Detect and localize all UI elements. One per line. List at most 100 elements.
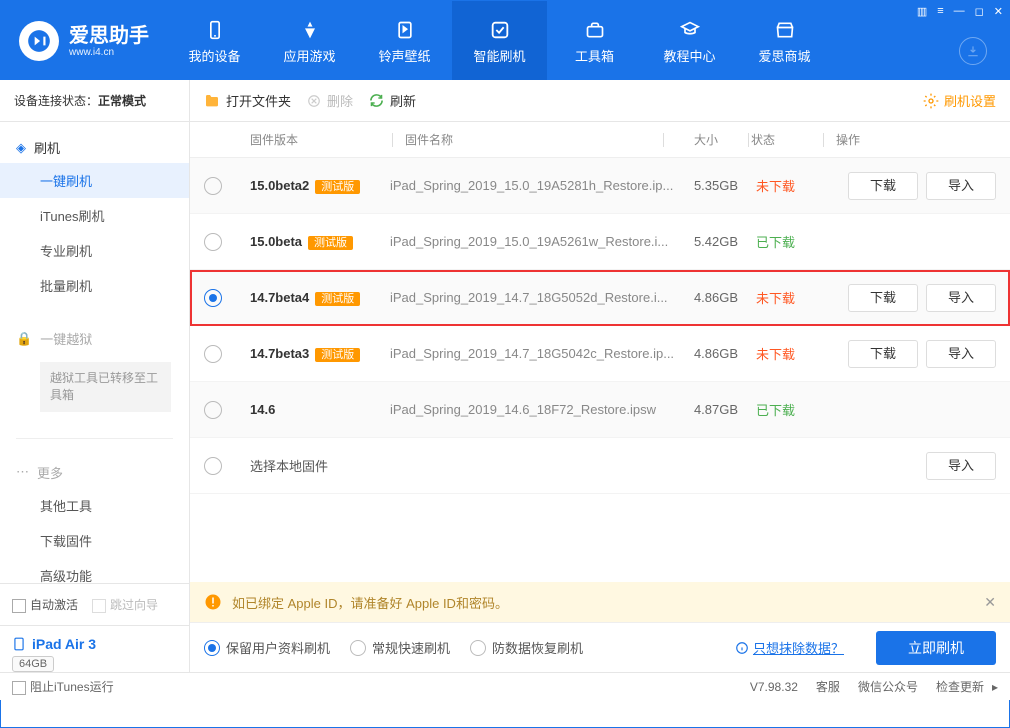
flash-section-icon: ◈ (16, 140, 26, 156)
gear-icon (923, 93, 939, 109)
jailbreak-section: 🔒 一键越狱 越狱工具已转移至工具箱 (0, 313, 189, 430)
radio-keep[interactable] (204, 640, 220, 656)
download-icon (966, 44, 980, 58)
firmware-size: 4.86GB (676, 346, 756, 361)
col-size: 大小 (666, 131, 746, 148)
wechat-link[interactable]: 微信公众号 (858, 678, 918, 695)
firmware-radio[interactable] (204, 233, 222, 251)
firmware-ops: 下载导入 (826, 172, 996, 200)
win-maximize-icon[interactable]: ◻ (975, 5, 984, 18)
block-itunes-check[interactable]: 阻止iTunes运行 (12, 678, 114, 695)
sidebar-item-batch[interactable]: 批量刷机 (0, 268, 189, 303)
firmware-row[interactable]: 14.7beta4测试版iPad_Spring_2019_14.7_18G505… (190, 270, 1010, 326)
win-close-icon[interactable]: ✕ (994, 5, 1003, 18)
brand-url: www.i4.cn (69, 47, 149, 58)
flash-now-button[interactable]: 立即刷机 (876, 631, 996, 665)
firmware-version: 14.7beta4测试版 (250, 290, 390, 306)
firmware-ops: 下载导入 (826, 284, 996, 312)
import-button[interactable]: 导入 (926, 172, 996, 200)
more-icon: ⋯ (16, 464, 29, 480)
nav-tutorials[interactable]: 教程中心 (642, 1, 737, 81)
firmware-radio[interactable] (204, 177, 222, 195)
lock-icon: 🔒 (16, 331, 32, 347)
refresh-icon (369, 93, 384, 108)
column-header: 固件版本 固件名称 大小 状态 操作 (190, 122, 1010, 158)
firmware-name: iPad_Spring_2019_14.7_18G5042c_Restore.i… (390, 346, 676, 361)
nav-ringtones[interactable]: 铃声壁纸 (357, 1, 452, 81)
import-button[interactable]: 导入 (926, 340, 996, 368)
nav-store[interactable]: 爱思商城 (737, 1, 832, 81)
firmware-version: 14.7beta3测试版 (250, 346, 390, 362)
firmware-row[interactable]: 14.7beta3测试版iPad_Spring_2019_14.7_18G504… (190, 326, 1010, 382)
sidebar-item-downloadfw[interactable]: 下载固件 (0, 523, 189, 558)
jailbreak-note: 越狱工具已转移至工具箱 (40, 362, 171, 412)
col-ops: 操作 (826, 131, 996, 148)
flash-settings-button[interactable]: 刷机设置 (923, 91, 996, 110)
firmware-name: iPad_Spring_2019_15.0_19A5261w_Restore.i… (390, 234, 676, 249)
radio-local[interactable] (204, 457, 222, 475)
opt-keep-data[interactable]: 保留用户资料刷机 (204, 638, 330, 657)
sidebar-item-pro[interactable]: 专业刷机 (0, 233, 189, 268)
win-minimize-icon[interactable]: — (954, 5, 965, 18)
sidebar-item-itunes[interactable]: iTunes刷机 (0, 198, 189, 233)
firmware-row[interactable]: 15.0beta2测试版iPad_Spring_2019_15.0_19A528… (190, 158, 1010, 214)
service-link[interactable]: 客服 (816, 678, 840, 695)
warning-text: 如已绑定 Apple ID，请准备好 Apple ID和密码。 (232, 593, 508, 612)
firmware-row[interactable]: 15.0beta测试版iPad_Spring_2019_15.0_19A5261… (190, 214, 1010, 270)
refresh-button[interactable]: 刷新 (369, 91, 416, 110)
firmware-radio[interactable] (204, 289, 222, 307)
store-icon (773, 18, 797, 42)
app-header: 爱思助手 www.i4.cn 我的设备 应用游戏 铃声壁纸 智能刷机 工具箱 教… (1, 1, 1009, 81)
auto-activate-row: 自动激活 跳过向导 (0, 584, 189, 626)
flash-section: ◈ 刷机 一键刷机 iTunes刷机 专业刷机 批量刷机 (0, 122, 189, 313)
auto-activate-check[interactable]: 自动激活 (12, 596, 78, 613)
sidebar-item-oneclick[interactable]: 一键刷机 (0, 163, 189, 198)
nav-apps[interactable]: 应用游戏 (262, 1, 357, 81)
beta-tag: 测试版 (315, 180, 360, 194)
info-icon (735, 641, 749, 655)
version-label: V7.98.32 (750, 680, 798, 694)
win-shirt-icon[interactable]: ▥ (917, 5, 927, 18)
erase-data-link[interactable]: 只想抹除数据？ (735, 638, 844, 657)
brand-logo[interactable]: 爱思助手 www.i4.cn (1, 21, 167, 61)
more-head[interactable]: ⋯ 更多 (0, 457, 189, 488)
window-controls: ▥ ≡ — ◻ ✕ (917, 5, 1003, 18)
download-button[interactable]: 下载 (848, 284, 918, 312)
col-version: 固件版本 (250, 131, 390, 148)
local-firmware-row[interactable]: 选择本地固件 导入 (190, 438, 1010, 494)
update-link[interactable]: 检查更新 (936, 678, 984, 695)
import-button[interactable]: 导入 (926, 452, 996, 480)
device-storage: 64GB (12, 656, 54, 672)
import-button[interactable]: 导入 (926, 284, 996, 312)
expand-icon[interactable]: ▸ (992, 680, 998, 694)
opt-normal[interactable]: 常规快速刷机 (350, 638, 450, 657)
firmware-radio[interactable] (204, 345, 222, 363)
win-menu-icon[interactable]: ≡ (937, 5, 943, 18)
firmware-version: 15.0beta测试版 (250, 234, 390, 250)
main-content: 打开文件夹 删除 刷新 刷机设置 固件版本 固件名称 大小 状态 操作 15.0… (190, 80, 1010, 700)
radio-anti[interactable] (470, 640, 486, 656)
download-indicator[interactable] (959, 37, 987, 65)
nav-toolbox[interactable]: 工具箱 (547, 1, 642, 81)
download-button[interactable]: 下载 (848, 340, 918, 368)
warning-close[interactable]: ✕ (984, 594, 996, 611)
flash-head[interactable]: ◈ 刷机 (0, 132, 189, 163)
delete-icon (307, 94, 321, 108)
delete-button[interactable]: 删除 (307, 91, 353, 110)
skip-guide-check[interactable]: 跳过向导 (92, 596, 158, 613)
sidebar-item-othertools[interactable]: 其他工具 (0, 488, 189, 523)
local-firmware-label: 选择本地固件 (250, 456, 756, 475)
firmware-version: 14.6 (250, 402, 390, 417)
firmware-radio[interactable] (204, 401, 222, 419)
firmware-row[interactable]: 14.6iPad_Spring_2019_14.6_18F72_Restore.… (190, 382, 1010, 438)
firmware-size: 5.42GB (676, 234, 756, 249)
opt-antidata[interactable]: 防数据恢复刷机 (470, 638, 583, 657)
firmware-size: 4.86GB (676, 290, 756, 305)
toolbox-icon (583, 18, 607, 42)
download-button[interactable]: 下载 (848, 172, 918, 200)
open-folder-button[interactable]: 打开文件夹 (204, 91, 291, 110)
status-bar: 阻止iTunes运行 V7.98.32 客服 微信公众号 检查更新 ▸ (0, 672, 1010, 700)
nav-smart-flash[interactable]: 智能刷机 (452, 1, 547, 81)
nav-my-device[interactable]: 我的设备 (167, 1, 262, 81)
radio-normal[interactable] (350, 640, 366, 656)
